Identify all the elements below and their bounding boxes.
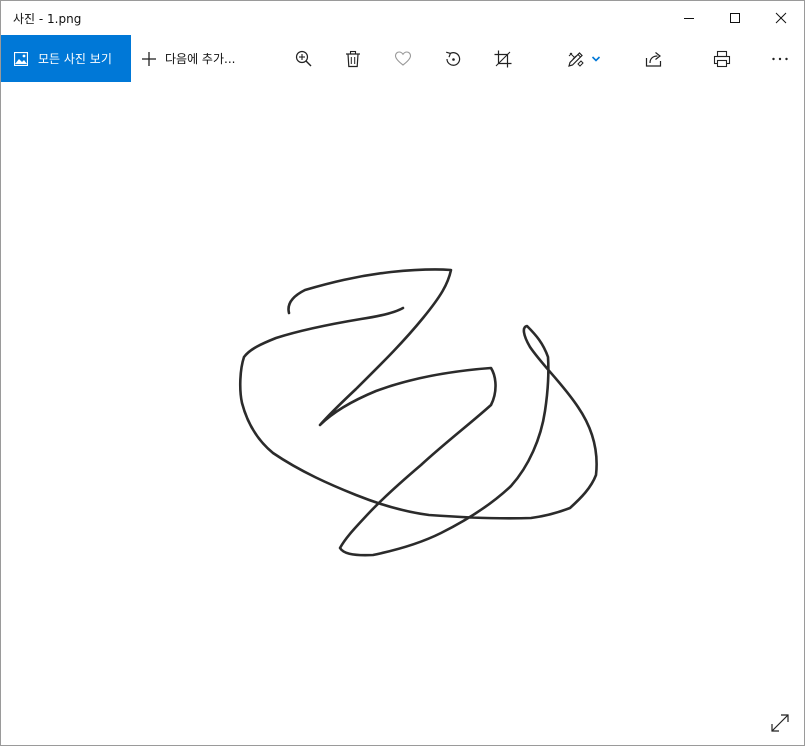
chevron-down-icon (591, 56, 601, 62)
favorite-heart-icon (394, 51, 412, 66)
scribble-drawing (238, 268, 598, 557)
share-icon (645, 52, 662, 67)
favorite-button[interactable] (390, 46, 416, 72)
more-options-button[interactable] (767, 46, 793, 72)
zoom-in-icon (295, 50, 312, 67)
image-viewer-canvas[interactable] (1, 82, 804, 745)
edit-draw-icon (568, 52, 584, 67)
scribble-stroke (238, 268, 598, 557)
full-screen-button[interactable] (767, 710, 793, 736)
all-photos-label: 모든 사진 보기 (38, 52, 112, 66)
plus-icon (142, 51, 156, 66)
delete-button[interactable] (340, 46, 366, 72)
command-bar: 모든 사진 보기 다음에 추가... (1, 35, 804, 82)
print-icon (713, 50, 731, 68)
minimize-icon (684, 18, 694, 19)
add-to-label: 다음에 추가... (165, 52, 236, 66)
crop-icon (494, 50, 512, 68)
crop-button[interactable] (490, 46, 516, 72)
zoom-button[interactable] (291, 46, 317, 72)
window-title: 사진 - 1.png (13, 12, 82, 26)
title-bar: 사진 - 1.png (1, 1, 804, 35)
share-button[interactable] (641, 46, 667, 72)
edit-create-button[interactable] (566, 46, 610, 72)
maximize-icon (730, 13, 740, 23)
add-to-button[interactable]: 다음에 추가... (141, 35, 235, 82)
rotate-icon (446, 51, 461, 66)
photos-app-window: 사진 - 1.png 모든 사진 보기 다음에 추가... (0, 0, 805, 746)
minimize-button[interactable] (666, 1, 712, 35)
close-icon (775, 12, 787, 24)
rotate-button[interactable] (440, 46, 466, 72)
all-photos-button[interactable]: 모든 사진 보기 (1, 35, 131, 82)
photo-gallery-icon (14, 51, 28, 66)
expand-icon (771, 714, 789, 732)
close-button[interactable] (758, 1, 804, 35)
more-icon (772, 57, 788, 61)
print-button[interactable] (709, 46, 735, 72)
delete-icon (346, 50, 360, 68)
maximize-button[interactable] (712, 1, 758, 35)
